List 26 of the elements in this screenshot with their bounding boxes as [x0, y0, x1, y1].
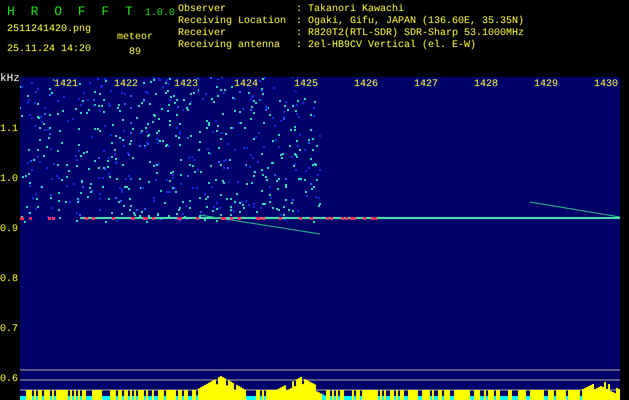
info-label: Receiving antenna	[178, 40, 282, 52]
y-axis-label: 0.9	[0, 224, 18, 236]
y-axis-label: 1.1	[0, 124, 18, 136]
x-axis-label: 1425	[294, 79, 318, 91]
info-label: Receiving Location	[178, 16, 288, 28]
info-label: Receiver	[178, 28, 228, 40]
file-name: 2511241420.png	[7, 24, 92, 36]
info-label: Observer	[178, 4, 228, 16]
x-axis-label: 1423	[174, 79, 198, 91]
y-axis-label: 0.6	[0, 374, 18, 386]
date-time: 25.11.24 14:20	[7, 44, 92, 56]
info-value: : R820T2(RTL-SDR) SDR-Sharp 53.1000MHz	[296, 28, 524, 40]
meteor-label: meteor	[117, 32, 154, 44]
app-title: H R O F F T	[7, 4, 137, 20]
y-axis-label: 1.0	[0, 174, 18, 186]
app-version: 1.0.0	[144, 8, 175, 20]
y-axis-label: 0.7	[0, 324, 18, 336]
x-axis-label: 1424	[234, 79, 258, 91]
info-value: : 2el-HB9CV Vertical (el. E-W)	[296, 40, 476, 52]
info-value: : Ogaki, Gifu, JAPAN (136.60E, 35.35N)	[296, 16, 524, 28]
y-axis-label: 0.8	[0, 274, 18, 286]
x-axis-label: 1422	[114, 79, 138, 91]
axis-unit: kHz	[0, 73, 20, 85]
info-value: : Takanori Kawachi	[296, 4, 404, 16]
x-axis-label: 1421	[54, 79, 78, 91]
meteor-count: 89	[129, 47, 142, 59]
